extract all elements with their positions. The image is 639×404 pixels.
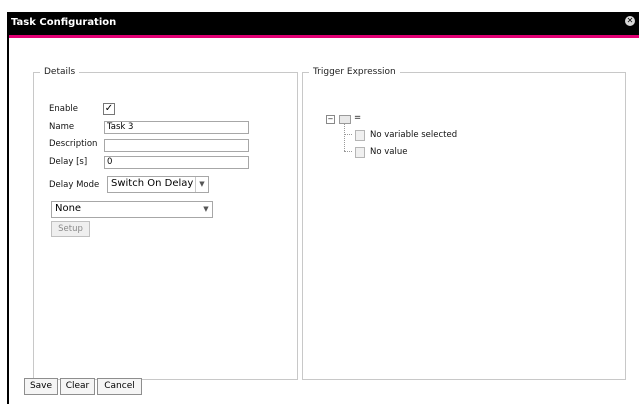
delay-mode-label: Delay Mode [49, 180, 100, 190]
setup-button[interactable]: Setup [51, 221, 90, 237]
delay-mode-select[interactable]: Switch On Delay ▼ [107, 176, 209, 193]
clear-button[interactable]: Clear [60, 378, 95, 395]
document-icon [355, 147, 365, 158]
cancel-button[interactable]: Cancel [97, 378, 142, 395]
enable-checkbox[interactable]: ✓ [103, 103, 115, 115]
root-operator: = [354, 113, 362, 123]
trigger-expression-legend: Trigger Expression [313, 67, 396, 77]
delay-label: Delay [s] [49, 157, 88, 167]
name-field[interactable]: Task 3 [104, 121, 249, 134]
collapse-icon[interactable]: − [326, 115, 335, 124]
tree-item-variable[interactable]: No variable selected [370, 130, 457, 140]
tree-item-value[interactable]: No value [370, 147, 407, 157]
tree-connector [344, 151, 352, 152]
trigger-expression-panel: Trigger Expression [302, 67, 626, 380]
chevron-down-icon[interactable]: ▼ [200, 202, 212, 217]
description-label: Description [49, 139, 98, 149]
chevron-down-icon[interactable]: ▼ [195, 177, 208, 192]
document-icon [355, 130, 365, 141]
task-configuration-window: Task Configuration ✕ Details Enable ✓ Na… [7, 12, 639, 404]
enable-label: Enable [49, 104, 78, 114]
delay-field[interactable]: 0 [104, 156, 249, 169]
none-select-value: None [55, 203, 82, 214]
titlebar: Task Configuration ✕ [9, 12, 639, 38]
tree-connector [344, 134, 352, 135]
details-legend: Details [44, 67, 76, 77]
save-button[interactable]: Save [24, 378, 58, 395]
folder-icon [339, 115, 351, 124]
window-title: Task Configuration [11, 17, 117, 28]
delay-mode-value: Switch On Delay [111, 178, 194, 189]
description-field[interactable] [104, 139, 249, 152]
checkmark-icon: ✓ [104, 103, 114, 114]
name-label: Name [49, 122, 75, 132]
tree-connector [344, 124, 345, 151]
none-select[interactable]: None ▼ [51, 201, 213, 218]
close-icon[interactable]: ✕ [625, 16, 635, 26]
